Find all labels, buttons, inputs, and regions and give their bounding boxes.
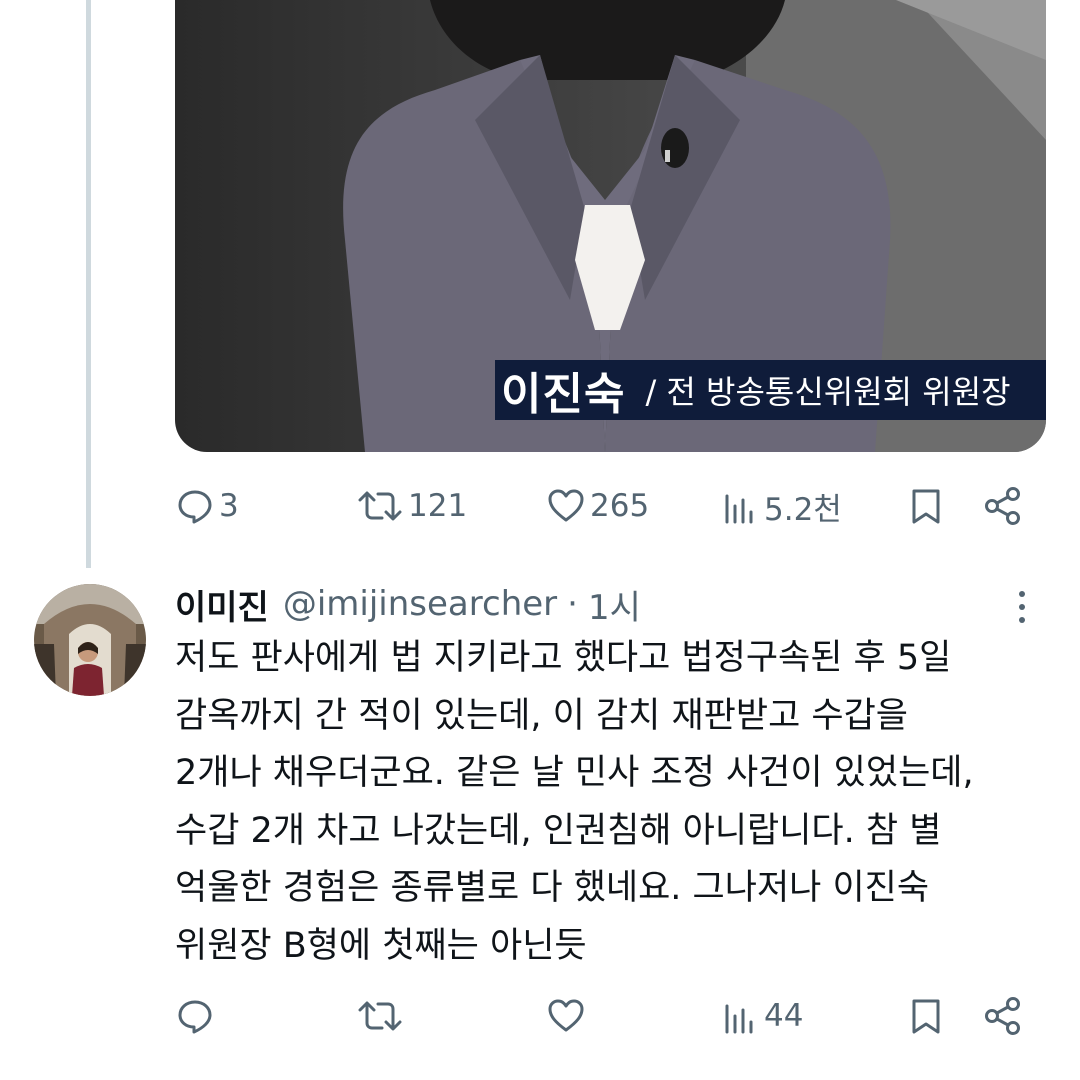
timestamp[interactable]: 1시: [588, 580, 641, 629]
tweet-text-line: 위원장 B형에 첫째는 아닌듯: [175, 925, 587, 966]
share-icon: [985, 997, 1020, 1035]
share-button[interactable]: [982, 986, 1024, 1046]
bookmark-icon: [912, 489, 940, 524]
avatar-photo: [34, 584, 146, 696]
tweet-action-bar: 3 121 265 5.2천: [0, 476, 1080, 536]
reply-header: 이미진 @imijinsearcher · 1시: [175, 578, 641, 630]
tweet-text-line: 억울한 경험은 종류별로 다 했네요. 그나저나 이진숙: [175, 868, 930, 908]
like-button[interactable]: [546, 986, 586, 1046]
repost-count: 121: [408, 488, 468, 524]
views-button[interactable]: 5.2천: [720, 476, 842, 536]
reply-button[interactable]: [175, 986, 215, 1046]
repost-icon: [358, 1001, 402, 1031]
like-count: 265: [590, 488, 650, 524]
like-button[interactable]: 265: [546, 476, 649, 536]
display-name[interactable]: 이미진: [175, 580, 269, 629]
caption-title: / 전 방송통신위원회 위원장: [645, 373, 1011, 411]
view-count: 5.2천: [764, 491, 842, 528]
tweet-text-line: 감옥까지 간 적이 있는데, 이 감치 재판받고 수갑을: [175, 695, 909, 736]
reply-icon: [178, 1000, 212, 1034]
reply-action-bar: 44: [0, 986, 1080, 1046]
tweet-text-line: 저도 판사에게 법 지키라고 했다고 법정구속된 후 5일: [175, 638, 952, 678]
repost-icon: [358, 491, 402, 521]
bookmark-button[interactable]: [906, 986, 946, 1046]
tweet-text-line: 수갑 2개 차고 나갔는데, 인권침해 아니랍니다. 참 별: [175, 810, 942, 851]
separator-dot: ·: [567, 584, 578, 624]
views-icon: [725, 494, 753, 524]
tweet-text: 저도 판사에게 법 지키라고 했다고 법정구속된 후 5일 감옥까지 간 적이 …: [175, 630, 1055, 975]
repost-button[interactable]: [356, 986, 404, 1046]
video-caption-banner: 이진숙 / 전 방송통신위원회 위원장: [495, 360, 1046, 420]
heart-icon: [548, 999, 584, 1032]
views-button[interactable]: 44: [720, 986, 803, 1046]
tweet-video[interactable]: 이진숙 / 전 방송통신위원회 위원장: [175, 0, 1046, 452]
share-icon: [985, 487, 1020, 525]
repost-button[interactable]: 121: [356, 476, 467, 536]
bookmark-button[interactable]: [906, 476, 946, 536]
view-count: 44: [764, 998, 804, 1034]
reply-count: 3: [219, 488, 239, 524]
tweet-text-line: 2개나 채우더군요. 같은 날 민사 조정 사건이 있었는데,: [175, 753, 974, 793]
more-vertical-icon: [1019, 591, 1025, 623]
more-options-button[interactable]: [1010, 588, 1034, 628]
caption-name: 이진숙: [501, 369, 626, 420]
heart-icon: [548, 489, 584, 522]
user-handle[interactable]: @imijinsearcher: [283, 584, 557, 624]
bookmark-icon: [912, 999, 940, 1034]
share-button[interactable]: [982, 476, 1024, 536]
reply-button[interactable]: 3: [175, 476, 239, 536]
views-icon: [725, 1004, 753, 1034]
reply-icon: [178, 490, 212, 524]
avatar[interactable]: [34, 584, 146, 696]
